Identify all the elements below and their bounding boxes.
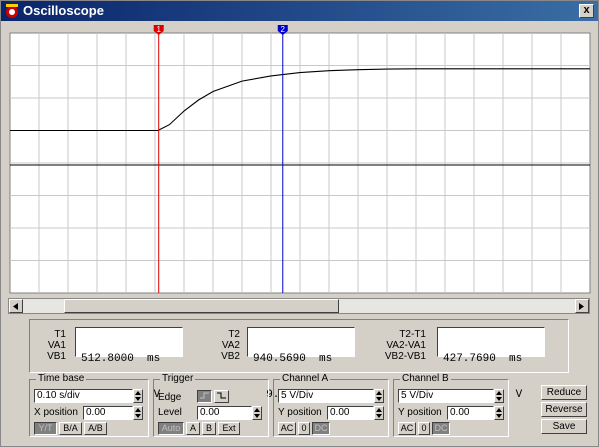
channel-a-ac-button[interactable]: AC (278, 422, 296, 435)
oscilloscope-window: Oscilloscope x 1 2 T1 VA1 VB1 512.8000 m… (0, 0, 599, 447)
channel-b-title: Channel B (400, 373, 451, 384)
delta-labels: T2-T1 VA2-VA1 VB2-VB1 (380, 329, 426, 362)
close-icon: x (583, 4, 590, 16)
oscilloscope-display: 1 2 (5, 23, 594, 296)
t2-label: T2 (228, 329, 240, 340)
rising-edge-icon (200, 392, 209, 399)
channel-b-ypos-spinner[interactable] (494, 406, 504, 420)
level-field[interactable]: 0.00 (197, 406, 252, 420)
trigger-b-button[interactable]: B (202, 422, 216, 435)
channel-a-scale-spinner[interactable] (374, 389, 384, 403)
channel-a-zero-button[interactable]: 0 (298, 422, 310, 435)
channel-b-ypos-label: Y position (398, 407, 442, 418)
dt-label: T2-T1 (399, 329, 426, 340)
scroll-left-button[interactable] (9, 299, 23, 313)
x-position-spinner[interactable] (133, 406, 143, 420)
scroll-right-button[interactable] (575, 299, 589, 313)
spin-down-icon[interactable] (495, 396, 503, 402)
mode-ab-button[interactable]: A/B (84, 422, 107, 435)
delta-values: 427.7690 ms 9.0650 V (437, 327, 545, 401)
level-spinner[interactable] (252, 406, 262, 420)
spin-down-icon[interactable] (134, 396, 142, 402)
channel-b-group: Channel B 5 V/Div Y position 0.00 AC 0 D… (393, 373, 509, 437)
cursor-2-labels: T2 VA2 VB2 (216, 329, 240, 362)
spin-down-icon[interactable] (134, 413, 142, 419)
spin-down-icon[interactable] (375, 396, 383, 402)
arrow-left-icon (13, 303, 18, 310)
horizontal-scrollbar[interactable] (8, 298, 590, 314)
oscilloscope-screen: 1 2 (5, 23, 594, 296)
trigger-a-button[interactable]: A (186, 422, 200, 435)
timebase-scale-field[interactable]: 0.10 s/div (34, 389, 133, 403)
channel-b-zero-button[interactable]: 0 (418, 422, 430, 435)
cursor-1-labels: T1 VA1 VB1 (44, 329, 66, 362)
title-bar[interactable]: Oscilloscope x (1, 1, 598, 21)
channel-a-title: Channel A (280, 373, 331, 384)
dt-value: 427.7690 ms (443, 353, 523, 365)
channel-b-scale-spinner[interactable] (494, 389, 504, 403)
spin-down-icon[interactable] (253, 413, 261, 419)
mode-ba-button[interactable]: B/A (59, 422, 82, 435)
channel-a-ypos-label: Y position (278, 407, 322, 418)
spin-down-icon[interactable] (375, 413, 383, 419)
rising-edge-button[interactable] (197, 390, 212, 403)
controls-area: Time base 0.10 s/div X position 0.00 Y/T… (29, 373, 587, 437)
va2-label: VA2 (221, 340, 240, 351)
channel-b-ypos-field[interactable]: 0.00 (447, 406, 494, 420)
save-button[interactable]: Save (541, 419, 587, 434)
va1-label: VA1 (47, 340, 66, 351)
cursor-1-values: 512.8000 ms 0.0000 V (75, 327, 183, 401)
timebase-group: Time base 0.10 s/div X position 0.00 Y/T… (29, 373, 149, 437)
x-position-field[interactable]: 0.00 (83, 406, 133, 420)
t1-label: T1 (54, 329, 66, 340)
channel-a-scale-field[interactable]: 5 V/Div (278, 389, 374, 403)
edge-label: Edge (158, 392, 182, 403)
channel-a-group: Channel A 5 V/Div Y position 0.00 AC 0 D… (273, 373, 389, 437)
grid (10, 33, 590, 293)
trigger-group: Trigger Edge Level 0.00 Auto A B Ext (153, 373, 269, 437)
dvb-label: VB2-VB1 (384, 351, 426, 362)
trigger-ext-button[interactable]: Ext (218, 422, 240, 435)
t2-value: 940.5690 ms (253, 353, 333, 365)
channel-b-dc-button[interactable]: DC (432, 422, 450, 435)
vb1-label: VB1 (47, 351, 66, 362)
channel-a-dc-button[interactable]: DC (312, 422, 330, 435)
cursor-1-label: 1 (156, 25, 161, 34)
arrow-right-icon (579, 303, 584, 310)
scroll-thumb[interactable] (64, 299, 339, 313)
falling-edge-icon (217, 392, 226, 399)
timebase-scale-spinner[interactable] (133, 389, 143, 403)
channel-a-ypos-field[interactable]: 0.00 (327, 406, 374, 420)
timebase-title: Time base (36, 373, 87, 384)
level-label: Level (158, 407, 182, 418)
close-button[interactable]: x (579, 4, 594, 18)
cursor-2-label: 2 (281, 25, 286, 34)
trigger-auto-button[interactable]: Auto (158, 422, 184, 435)
oscilloscope-app-icon (6, 4, 18, 18)
falling-edge-button[interactable] (214, 390, 229, 403)
cursor-readout-panel: T1 VA1 VB1 512.8000 ms 0.0000 V T2 VA2 V… (29, 319, 569, 401)
vb2-label: VB2 (221, 351, 240, 362)
t1-value: 512.8000 ms (81, 353, 161, 365)
trigger-title: Trigger (160, 373, 196, 384)
x-position-label: X position (34, 407, 78, 418)
channel-a-ypos-spinner[interactable] (374, 406, 384, 420)
channel-b-ac-button[interactable]: AC (398, 422, 416, 435)
reverse-button[interactable]: Reverse (541, 402, 587, 417)
dva-label: VA2-VA1 (386, 340, 426, 351)
cursor-2-values: 940.5690 ms 9.0650 V (247, 327, 355, 401)
spin-down-icon[interactable] (495, 413, 503, 419)
window-title: Oscilloscope (23, 3, 104, 18)
reduce-button[interactable]: Reduce (541, 385, 587, 400)
mode-yt-button[interactable]: Y/T (34, 422, 57, 435)
channel-b-scale-field[interactable]: 5 V/Div (398, 389, 494, 403)
